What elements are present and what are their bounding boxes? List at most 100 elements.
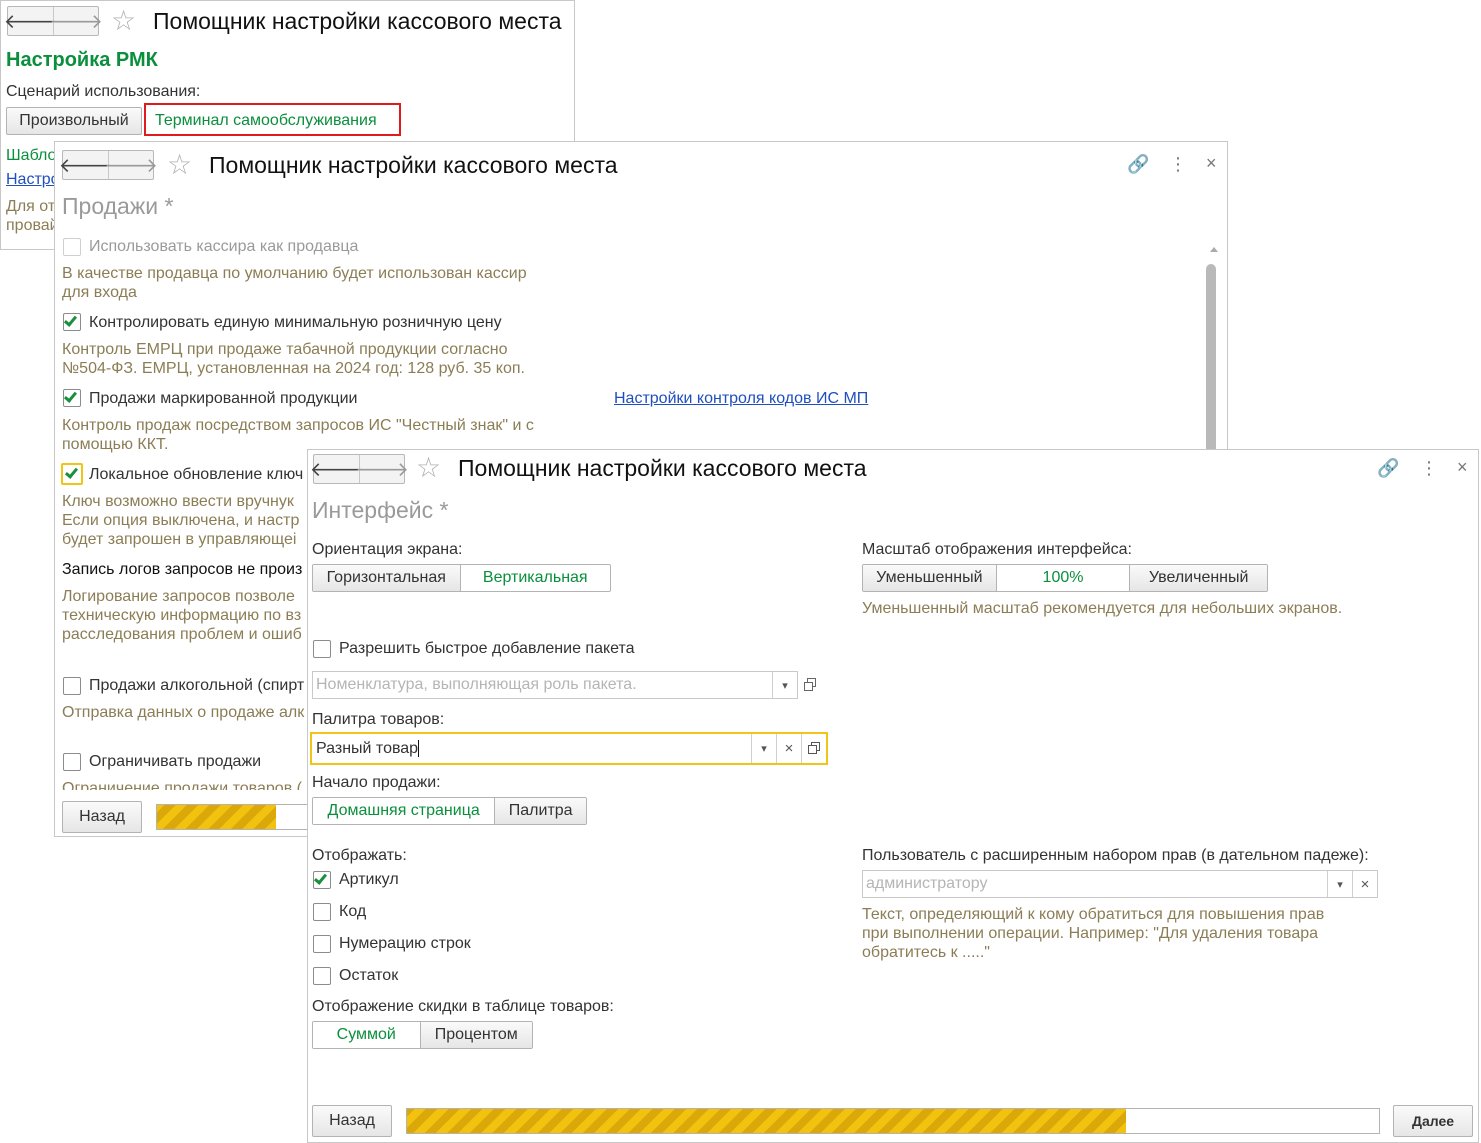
local-key-hint-3: будет запрошен в управляющеі [62,531,297,548]
wizard-progress-bar [406,1108,1380,1134]
orientation-horizontal-button[interactable]: Горизонтальная [313,565,460,591]
control-mrp-hint-2: №504-ФЗ. ЕМРЦ, установленная на 2024 год… [62,360,525,377]
show-article-checkbox[interactable] [313,871,331,889]
local-key-hint-2: Если опция выключена, и настр [62,512,300,529]
power-user-placeholder: администратору [866,875,988,892]
scale-large-button[interactable]: Увеличенный [1129,565,1267,591]
alcohol-label: Продажи алкогольной (спирт [89,677,305,694]
window-title: Помощник настройки кассового места [458,455,867,481]
chevron-down-icon[interactable]: ▾ [772,672,797,698]
section-title: Интерфейс * [312,497,449,523]
favorite-star-icon[interactable]: ☆ [416,454,441,482]
chevron-down-icon[interactable]: ▾ [751,734,776,763]
close-icon[interactable]: × [1457,457,1468,477]
progress-fill [407,1109,1127,1133]
highlight-frame [144,103,401,136]
scale-label: Масштаб отображения интерфейса: [862,541,1132,558]
scrollbar-thumb[interactable] [1206,264,1216,454]
restrict-sales-checkbox[interactable] [63,753,81,771]
scale-hint: Уменьшенный масштаб рекомендуется для не… [862,600,1343,617]
sale-start-palette-button[interactable]: Палитра [494,798,586,824]
forward-arrow-icon[interactable]: 🡒 [49,7,103,35]
show-code-checkbox[interactable] [313,903,331,921]
show-stock-label: Остаток [339,967,399,984]
sale-start-toggle: Домашняя страница Палитра [312,797,587,825]
more-icon[interactable]: ⋮ [1169,154,1187,174]
show-row-numbers-checkbox[interactable] [313,935,331,953]
sale-start-home-button[interactable]: Домашняя страница [313,798,495,824]
progress-fill [157,805,276,829]
back-arrow-icon[interactable]: 🡐 [310,455,364,483]
open-form-icon[interactable] [800,674,822,696]
window-interface: 🡐 🡒 ☆ Помощник настройки кассового места… [307,449,1479,1143]
open-form-icon[interactable] [801,734,826,763]
power-user-field[interactable]: администратору ▾ × [862,870,1378,898]
nav-buttons: 🡐 🡒 [4,6,103,36]
use-cashier-hint-1: В качестве продавца по умолчанию будет и… [62,265,527,282]
template-label-partial: Шабло [6,147,57,164]
palette-label: Палитра товаров: [312,711,445,728]
next-button[interactable]: Далее [1393,1105,1473,1137]
display-label: Отображать: [312,847,407,864]
package-item-field[interactable]: Номенклатура, выполняющая роль пакета. ▾ [312,671,798,699]
scenario-arbitrary-button[interactable]: Произвольный [6,107,142,135]
forward-arrow-icon[interactable]: 🡒 [355,455,409,483]
discount-percent-button[interactable]: Процентом [419,1022,532,1048]
more-icon[interactable]: ⋮ [1420,458,1438,478]
package-item-placeholder: Номенклатура, выполняющая роль пакета. [316,676,637,693]
window-title: Помощник настройки кассового места [153,8,562,34]
palette-value[interactable]: Разный товар [312,740,751,758]
back-arrow-icon[interactable]: 🡐 [4,7,58,35]
show-stock-checkbox[interactable] [313,967,331,985]
show-code-label: Код [339,903,367,920]
back-button[interactable]: Назад [62,801,142,833]
scroll-up-icon[interactable] [1210,247,1218,252]
power-user-hint-2: при выполнении операции. Например: "Для … [862,925,1319,942]
window-title: Помощник настройки кассового места [209,152,618,178]
settings-link-partial[interactable]: Настро [6,171,60,189]
nav-buttons: 🡐 🡒 [59,150,158,180]
control-mrp-checkbox[interactable] [63,313,81,331]
alcohol-hint: Отправка данных о продаже алк [62,704,305,721]
quick-package-label: Разрешить быстрое добавление пакета [339,640,635,657]
palette-field[interactable]: Разный товар ▾ × [310,732,828,765]
marked-products-checkbox[interactable] [63,389,81,407]
local-key-update-label: Локальное обновление ключ [89,466,304,483]
local-key-hint-1: Ключ возможно ввести вручнук [62,493,294,510]
restrict-sales-label: Ограничивать продажи [89,753,262,770]
use-cashier-hint-2: для входа [62,284,137,301]
scenario-label: Сценарий использования: [6,83,201,100]
forward-arrow-icon[interactable]: 🡒 [104,151,158,179]
link-icon[interactable]: 🔗 [1127,154,1149,174]
marked-products-hint-2: помощью ККТ. [62,436,169,453]
log-hint-1: Логирование запросов позволе [62,588,295,605]
local-key-update-checkbox[interactable] [61,463,83,485]
orientation-vertical-button[interactable]: Вертикальная [459,565,610,591]
scale-small-button[interactable]: Уменьшенный [863,565,996,591]
marked-codes-settings-link[interactable]: Настройки контроля кодов ИС МП [614,390,868,408]
chevron-down-icon[interactable]: ▾ [1327,871,1352,897]
use-cashier-checkbox[interactable] [63,238,81,256]
control-mrp-hint-1: Контроль ЕМРЦ при продаже табачной проду… [62,341,508,358]
link-icon[interactable]: 🔗 [1377,458,1399,478]
log-hint-3: расследования проблем и ошиб [62,626,302,643]
favorite-star-icon[interactable]: ☆ [111,7,136,35]
scale-100-button[interactable]: 100% [995,565,1130,591]
alcohol-checkbox[interactable] [63,677,81,695]
back-button[interactable]: Назад [312,1105,392,1137]
favorite-star-icon[interactable]: ☆ [167,151,192,179]
use-cashier-label: Использовать кассира как продавца [89,238,359,255]
sale-start-label: Начало продажи: [312,774,441,791]
hint-partial-1: Для от [6,198,56,215]
discount-sum-button[interactable]: Суммой [313,1022,420,1048]
clear-icon[interactable]: × [1352,871,1377,897]
section-title: Продажи * [62,193,174,219]
quick-package-checkbox[interactable] [313,640,331,658]
power-user-hint-3: обратитесь к ....." [862,944,990,961]
scale-toggle: Уменьшенный 100% Увеличенный [862,564,1268,592]
clear-icon[interactable]: × [776,734,801,763]
nav-buttons: 🡐 🡒 [310,454,409,484]
back-arrow-icon[interactable]: 🡐 [59,151,113,179]
close-icon[interactable]: × [1206,153,1217,173]
show-row-numbers-label: Нумерацию строк [339,935,471,952]
